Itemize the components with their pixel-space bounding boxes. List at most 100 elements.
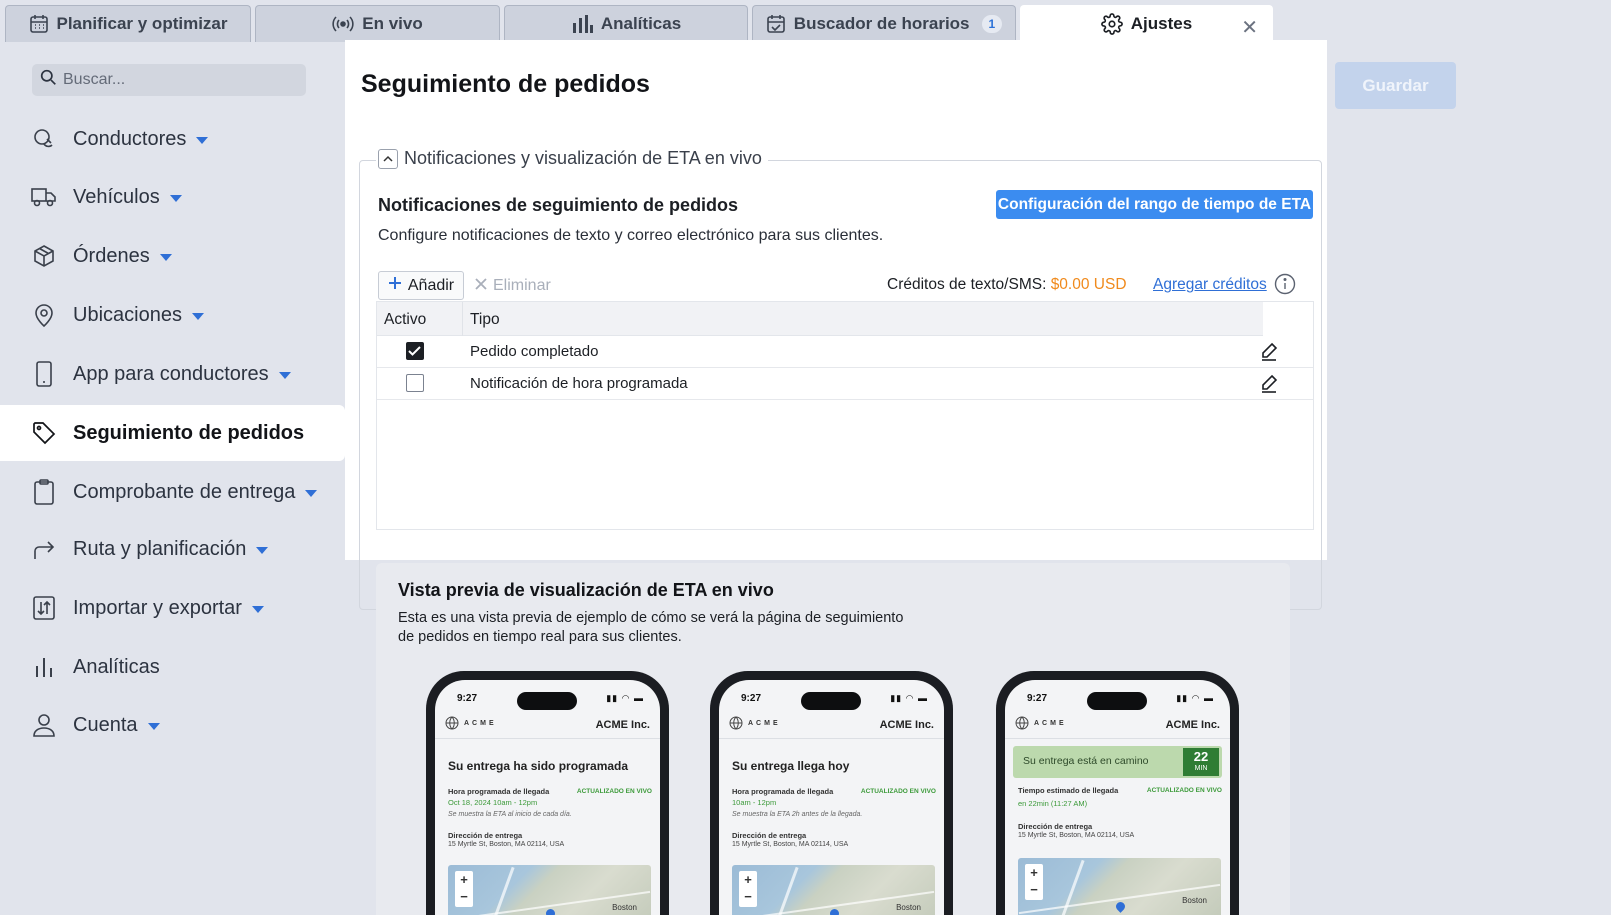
- map[interactable]: + − Boston: [448, 865, 651, 915]
- live-badge: ACTUALIZADO EN VIVO: [576, 788, 652, 795]
- eta-range-settings-button[interactable]: Configuración del rango de tiempo de ETA: [996, 190, 1313, 219]
- delete-button[interactable]: Eliminar: [475, 271, 551, 300]
- sidebar-item-seguimiento-pedidos[interactable]: Seguimiento de pedidos: [0, 405, 345, 461]
- sidebar-item-label: Cuenta: [73, 713, 138, 736]
- collapse-button[interactable]: [378, 148, 398, 169]
- sidebar-item-app-conductores[interactable]: App para conductores: [0, 346, 345, 402]
- tab-analiticas[interactable]: Analíticas: [504, 5, 748, 42]
- info-icon[interactable]: [1274, 273, 1296, 300]
- section-legend: Notificaciones y visualización de ETA en…: [376, 148, 768, 169]
- column-header-tipo: Tipo: [470, 311, 500, 328]
- arrival-label: Hora programada de llegada: [448, 787, 550, 796]
- company-name: ACME Inc.: [595, 719, 650, 731]
- search-icon: [40, 69, 57, 91]
- tab-ajustes[interactable]: Ajustes ✕: [1020, 5, 1273, 42]
- arrival-value: en 22min (11:27 AM): [1018, 799, 1088, 808]
- preview-title: Vista previa de visualización de ETA en …: [398, 580, 774, 600]
- notification-type: Pedido completado: [470, 343, 599, 360]
- page-title: Seguimiento de pedidos: [361, 70, 650, 98]
- active-checkbox[interactable]: [406, 374, 424, 392]
- map-label: Boston: [896, 903, 921, 912]
- phone-icon: [31, 361, 57, 387]
- status-heading: Su entrega ha sido programada: [448, 759, 629, 773]
- close-icon[interactable]: ✕: [1241, 15, 1258, 40]
- chevron-down-icon: [147, 722, 160, 730]
- map[interactable]: + − Boston: [1018, 858, 1221, 915]
- phone-preview-on-the-way: 9:27 ▮▮ ◠ ▬ ACME ACME Inc. Su entrega es…: [996, 671, 1239, 915]
- calendar-grid-icon: [29, 14, 49, 34]
- sidebar-item-comprobante-entrega[interactable]: Comprobante de entrega: [0, 464, 345, 520]
- search-box[interactable]: [32, 64, 306, 96]
- sidebar-item-label: Analíticas: [73, 655, 160, 678]
- section-description: Configure notificaciones de texto y corr…: [378, 227, 884, 244]
- app-window: Planificar y optimizar En vivo Analítica…: [0, 0, 1611, 915]
- company-name: ACME Inc.: [879, 719, 934, 731]
- phone-preview-scheduled: 9:27 ▮▮ ◠ ▬ ACME ACME Inc. Su entrega ha…: [426, 671, 669, 915]
- chevron-up-icon: [383, 155, 393, 162]
- user-icon: [31, 712, 57, 738]
- sidebar-item-cuenta[interactable]: Cuenta: [0, 697, 345, 753]
- route-arrow-icon: [31, 536, 57, 562]
- add-button[interactable]: Añadir: [378, 271, 464, 300]
- address-value: 15 Myrtle St, Boston, MA 02114, USA: [448, 841, 565, 848]
- section-legend-label: Notificaciones y visualización de ETA en…: [404, 148, 762, 168]
- live-badge: ACTUALIZADO EN VIVO: [1146, 787, 1222, 794]
- sidebar-item-label: App para conductores: [73, 362, 269, 385]
- plus-icon: [388, 276, 402, 295]
- map[interactable]: + − Boston: [732, 865, 935, 915]
- sidebar-item-ruta-planificacion[interactable]: Ruta y planificación: [0, 521, 345, 577]
- sidebar-item-vehiculos[interactable]: Vehículos: [0, 169, 345, 225]
- save-button[interactable]: Guardar: [1335, 62, 1456, 109]
- tab-bar: Planificar y optimizar En vivo Analítica…: [0, 0, 1611, 42]
- map-zoom-control[interactable]: + −: [739, 871, 757, 907]
- arrival-value: Oct 18, 2024 10am - 12pm: [448, 798, 538, 807]
- notifications-table: Activo Tipo Pedido completado Notificaci…: [376, 301, 1314, 530]
- tab-buscador-horarios[interactable]: Buscador de horarios 1: [752, 5, 1016, 42]
- eta-minutes-badge: 22 MIN: [1183, 748, 1219, 776]
- broadcast-icon: [332, 15, 354, 33]
- map-pin-icon: [828, 907, 841, 915]
- chevron-down-icon: [169, 194, 182, 202]
- sidebar-item-label: Importar y exportar: [73, 596, 242, 619]
- tab-en-vivo[interactable]: En vivo: [255, 5, 500, 42]
- active-checkbox[interactable]: [406, 342, 424, 360]
- box-icon: [31, 243, 57, 269]
- map-pin-icon: [544, 907, 557, 915]
- status-time: 9:27: [457, 693, 478, 704]
- acme-logo: ACME: [729, 716, 781, 730]
- acme-logo: ACME: [1015, 716, 1067, 730]
- tab-label: Planificar y optimizar: [56, 14, 228, 33]
- chevron-down-icon: [278, 371, 291, 379]
- sms-credits: Créditos de texto/SMS: $0.00 USD: [887, 276, 1127, 294]
- edit-icon[interactable]: [1259, 341, 1279, 366]
- sidebar-item-ordenes[interactable]: Órdenes: [0, 228, 345, 284]
- x-icon: [475, 277, 487, 295]
- sidebar-item-importar-exportar[interactable]: Importar y exportar: [0, 580, 345, 636]
- map-label: Boston: [1182, 896, 1207, 905]
- map-zoom-control[interactable]: + −: [1025, 864, 1043, 900]
- preview-description: Esta es una vista previa de ejemplo de c…: [398, 610, 904, 645]
- search-input[interactable]: [63, 71, 293, 89]
- add-credits-link[interactable]: Agregar créditos: [1153, 276, 1267, 294]
- tag-icon: [31, 420, 57, 446]
- phone-preview-today: 9:27 ▮▮ ◠ ▬ ACME ACME Inc. Su entrega ll…: [710, 671, 953, 915]
- edit-icon[interactable]: [1259, 373, 1279, 398]
- eta-notifications-section: Notificaciones y visualización de ETA en…: [359, 148, 1322, 610]
- credits-label: Créditos de texto/SMS:: [887, 276, 1047, 293]
- sidebar-item-label: Comprobante de entrega: [73, 480, 296, 503]
- live-badge: ACTUALIZADO EN VIVO: [860, 788, 936, 795]
- sidebar-item-conductores[interactable]: Conductores: [0, 111, 345, 167]
- sidebar-item-analiticas[interactable]: Analíticas: [0, 639, 345, 695]
- eta-note: Se muestra la ETA 2h antes de la llegada…: [732, 811, 863, 818]
- sidebar-item-ubicaciones[interactable]: Ubicaciones: [0, 287, 345, 343]
- delete-label: Eliminar: [493, 276, 551, 294]
- status-icons: ▮▮ ◠ ▬: [890, 693, 928, 703]
- tab-label: Analíticas: [600, 14, 682, 33]
- sidebar-item-label: Seguimiento de pedidos: [73, 421, 305, 444]
- table-header: Activo Tipo: [377, 302, 1263, 336]
- bar-chart-icon: [571, 15, 593, 33]
- address-label: Dirección de entrega: [732, 831, 807, 840]
- tab-planificar[interactable]: Planificar y optimizar: [5, 5, 251, 42]
- map-zoom-control[interactable]: + −: [455, 871, 473, 907]
- address-value: 15 Myrtle St, Boston, MA 02114, USA: [1018, 832, 1135, 839]
